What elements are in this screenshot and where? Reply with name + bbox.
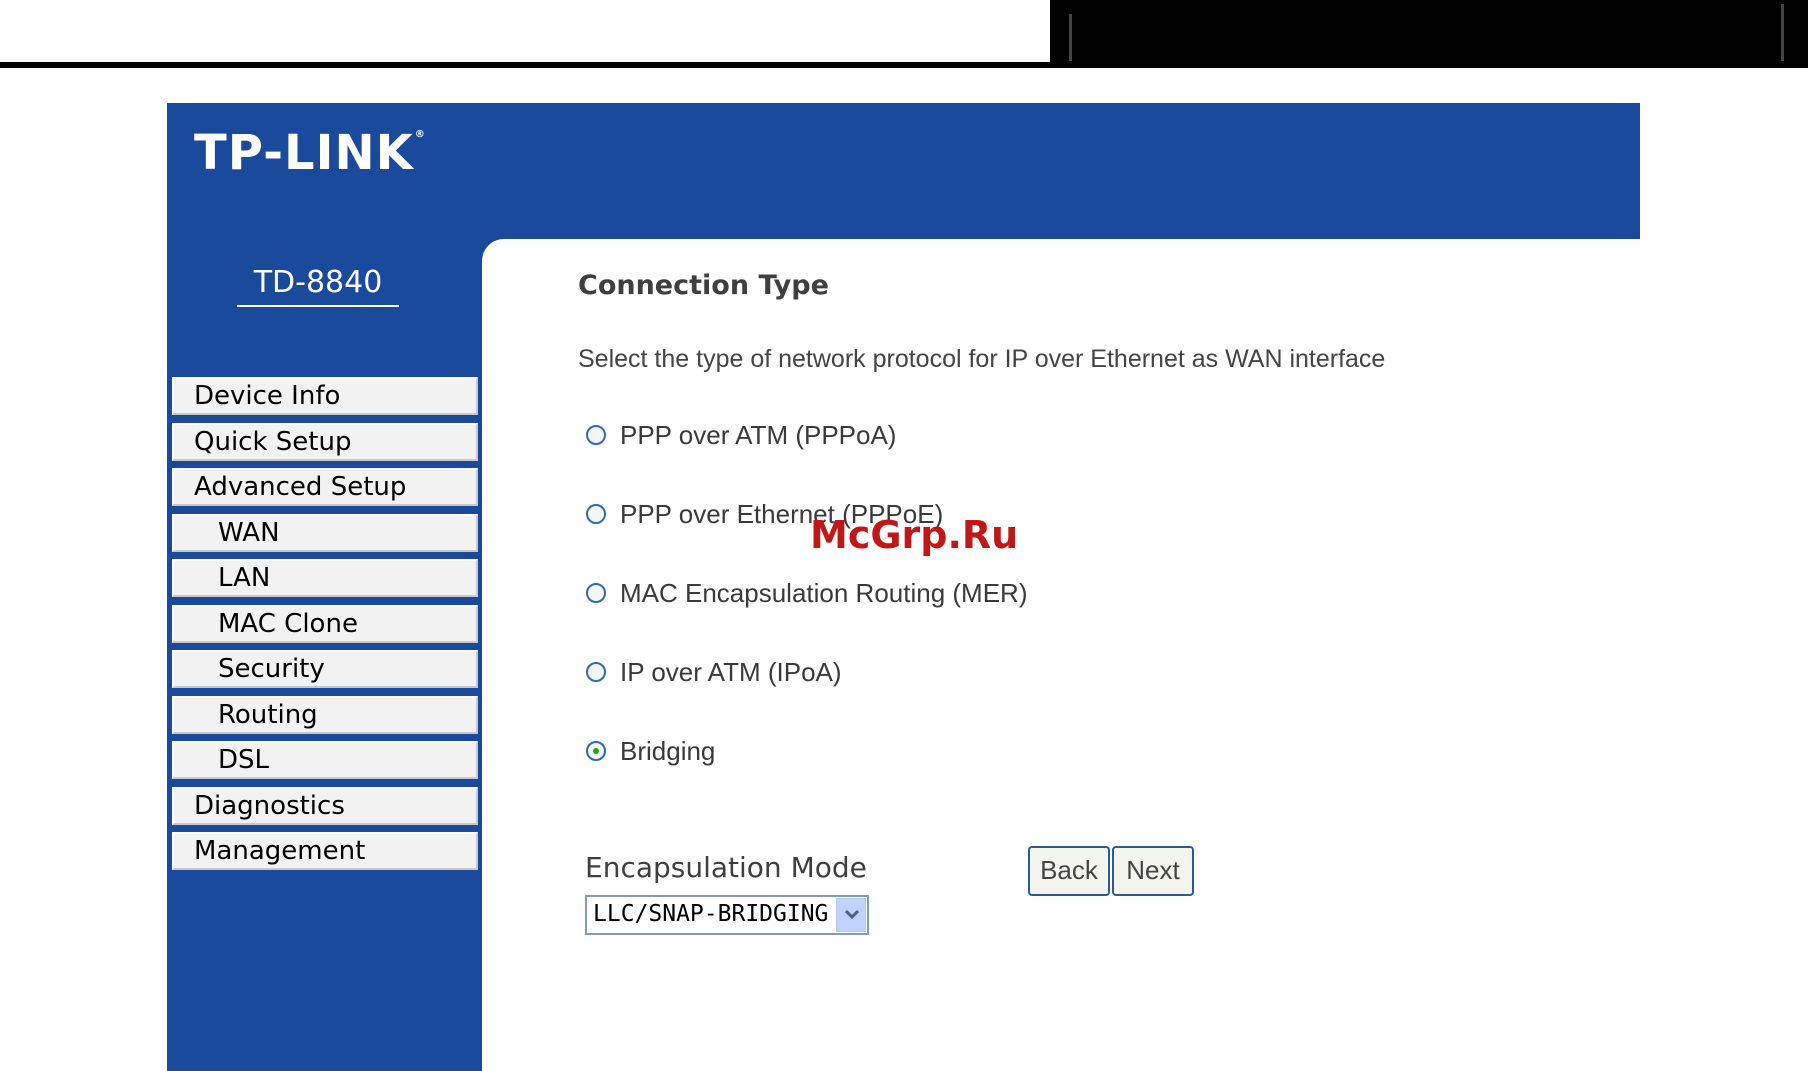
header-box-mark (1781, 4, 1784, 61)
radio-label: PPP over ATM (PPPoA) (620, 420, 897, 450)
tp-link-logo: TP-LINK® (194, 125, 426, 181)
sidebar-item-wan[interactable]: WAN (172, 513, 478, 552)
sidebar-item-security[interactable]: Security (172, 650, 478, 688)
page-title: Connection Type (578, 270, 829, 301)
content-panel: Connection Type Select the type of netwo… (482, 239, 1640, 1071)
radio-label: Bridging (620, 736, 716, 766)
sidebar-item-routing[interactable]: Routing (172, 695, 478, 734)
radio-button[interactable] (586, 504, 606, 524)
sidebar-item-management[interactable]: Management (172, 832, 478, 870)
encapsulation-mode-label: Encapsulation Mode (585, 851, 867, 884)
chevron-down-icon (844, 909, 860, 920)
trademark-symbol: ® (414, 129, 426, 140)
sidebar-item-dsl[interactable]: DSL (172, 741, 478, 779)
sidebar-nav: Device Info Quick Setup Advanced Setup W… (172, 377, 478, 878)
select-value: LLC/SNAP-BRIDGING (593, 901, 829, 927)
back-button[interactable]: Back (1028, 846, 1110, 896)
page: TP-LINK® TD-8840 Device Info Quick Setup… (0, 0, 1808, 1071)
sidebar-item-advanced-setup[interactable]: Advanced Setup (172, 468, 478, 506)
watermark: McGrp.Ru (810, 513, 1019, 557)
sidebar-item-quick-setup[interactable]: Quick Setup (172, 422, 478, 461)
radio-option-ipoa[interactable]: IP over ATM (IPoA) (586, 656, 842, 688)
encapsulation-mode-select[interactable]: LLC/SNAP-BRIDGING (585, 895, 869, 935)
sidebar-item-mac-clone[interactable]: MAC Clone (172, 604, 478, 643)
header-black-box (1050, 0, 1808, 67)
next-button[interactable]: Next (1112, 846, 1194, 896)
radio-label: IP over ATM (IPoA) (620, 657, 842, 687)
sidebar-item-diagnostics[interactable]: Diagnostics (172, 786, 478, 825)
sidebar-item-device-info[interactable]: Device Info (172, 377, 478, 415)
header-box-mark (1069, 14, 1072, 61)
radio-option-mer[interactable]: MAC Encapsulation Routing (MER) (586, 577, 1028, 609)
radio-option-bridging[interactable]: Bridging (586, 735, 715, 767)
logo-text: TP-LINK (194, 125, 414, 181)
router-frame: TP-LINK® TD-8840 Device Info Quick Setup… (167, 103, 1640, 1071)
radio-button-selected[interactable] (586, 741, 606, 761)
dropdown-button[interactable] (836, 898, 866, 932)
radio-button[interactable] (586, 425, 606, 445)
radio-option-pppoa[interactable]: PPP over ATM (PPPoA) (586, 419, 896, 451)
sidebar-item-lan[interactable]: LAN (172, 559, 478, 597)
model-name: TD-8840 (237, 263, 399, 307)
radio-button[interactable] (586, 662, 606, 682)
radio-button[interactable] (586, 583, 606, 603)
description-text: Select the type of network protocol for … (578, 345, 1386, 373)
radio-label: MAC Encapsulation Routing (MER) (620, 578, 1028, 608)
